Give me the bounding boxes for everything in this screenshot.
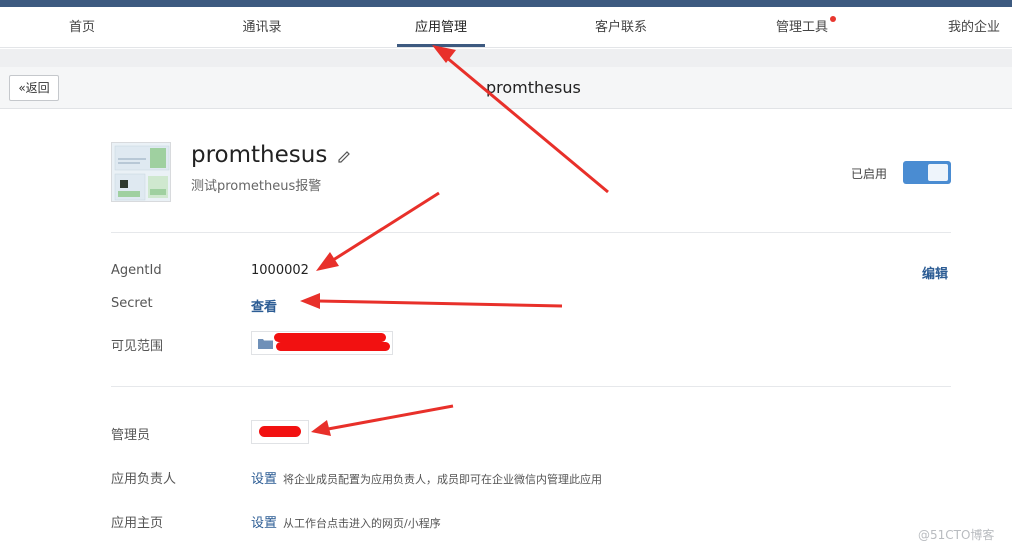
app-name: promthesus [191,142,328,168]
annotation-arrow [329,191,440,264]
set-homepage-link[interactable]: 设置 [251,516,277,531]
annotation-arrow [317,299,563,308]
header-spacer [0,49,1012,67]
redaction-mark [274,333,386,342]
admin-label: 管理员 [111,428,151,443]
enable-toggle[interactable] [903,161,951,184]
app-logo [111,142,171,202]
visibility-scope-label: 可见范围 [111,339,164,354]
folder-icon [258,339,273,349]
app-owner-label: 应用负责人 [111,472,177,487]
app-description: 测试prometheus报警 [191,179,322,194]
agentid-value: 1000002 [251,263,309,278]
nav-item-contacts[interactable]: 通讯录 [236,7,288,48]
nav-item-admin-tools[interactable]: 管理工具 [768,7,836,48]
annotation-arrowhead [316,252,339,271]
pencil-icon[interactable] [337,149,351,163]
redaction-mark [276,342,390,351]
annotation-arrow [327,404,454,431]
back-chevron-icon: « [18,81,26,95]
annotation-arrowhead [300,293,320,309]
app-owner-row: 设置 将企业成员配置为应用负责人，成员即可在企业微信内管理此应用 [251,468,602,487]
nav-item-customer-contact[interactable]: 客户联系 [587,7,655,48]
secret-label: Secret [111,296,153,311]
set-owner-link[interactable]: 设置 [251,472,277,487]
toggle-knob [928,164,948,181]
nav-item-home[interactable]: 首页 [62,7,102,48]
nav-item-app-management[interactable]: 应用管理 [407,7,475,48]
section-divider [111,386,951,387]
view-secret-link[interactable]: 查看 [251,296,277,315]
notification-dot [830,16,836,22]
top-brand-bar [0,0,1012,7]
app-homepage-hint: 从工作台点击进入的网页/小程序 [283,517,441,530]
edit-link[interactable]: 编辑 [922,263,948,282]
main-nav: 首页 通讯录 应用管理 客户联系 管理工具 我的企业 [0,7,1012,48]
app-owner-hint: 将企业成员配置为应用负责人，成员即可在企业微信内管理此应用 [283,473,603,486]
active-tab-indicator [397,44,485,47]
annotation-arrowhead [311,420,331,436]
watermark: @51CTO博客 [918,528,995,542]
app-homepage-label: 应用主页 [111,516,164,531]
page-subheader: «返回 promthesus [0,67,1012,109]
app-homepage-row: 设置 从工作台点击进入的网页/小程序 [251,512,441,531]
back-button[interactable]: «返回 [9,75,59,101]
section-divider [111,232,951,233]
status-label: 已启用 [851,167,888,181]
back-label: 返回 [25,81,50,95]
nav-item-my-company[interactable]: 我的企业 [948,7,1012,48]
page-title: promthesus [486,78,581,97]
redaction-mark [259,426,301,437]
agentid-label: AgentId [111,263,162,278]
